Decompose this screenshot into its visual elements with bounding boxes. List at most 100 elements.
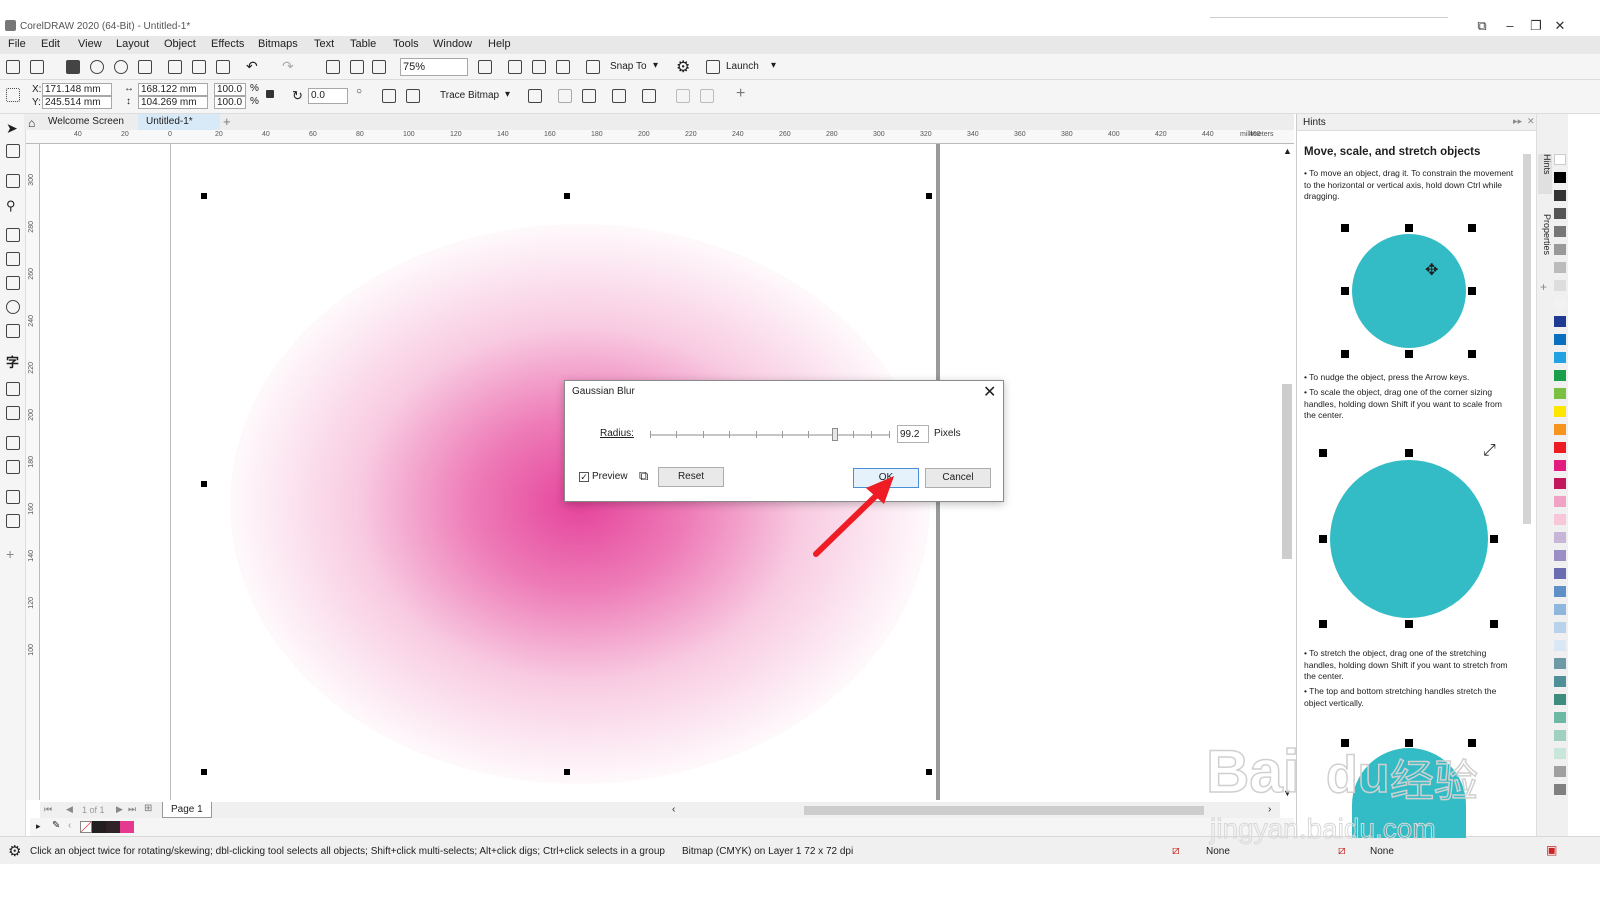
launch-dropdown[interactable]: Launch [726,61,759,72]
redo-icon[interactable]: ↷ [282,58,294,75]
palette-swatch[interactable] [1554,766,1566,777]
palette-swatch[interactable] [1554,676,1566,687]
palette-swatch[interactable] [1554,586,1566,597]
palette-arrow-icon[interactable]: ▸ [36,821,41,832]
status-gear-icon[interactable]: ⚙ [8,842,21,860]
palette-swatch[interactable] [1554,226,1566,237]
launch-icon[interactable] [706,60,720,74]
rulers-icon[interactable] [508,60,522,74]
chevron-down-icon[interactable]: ▾ [653,60,658,71]
cloud-upload-icon[interactable] [90,60,104,74]
palette-swatch[interactable] [1554,730,1566,741]
menu-help[interactable]: Help [488,38,511,50]
pop-out-icon[interactable]: ⧉ [639,468,648,484]
menu-effects[interactable]: Effects [211,38,244,50]
menu-file[interactable]: File [8,38,26,50]
zoom-level-field[interactable]: 75% [400,58,468,76]
black-swatch[interactable] [92,821,106,833]
mirror-horizontal-icon[interactable] [382,89,396,103]
preview-checkbox[interactable]: ✓ [579,472,589,482]
rotation-field[interactable]: 0.0 [308,88,348,104]
pdf-icon[interactable] [372,60,386,74]
palette-swatch[interactable] [1554,262,1566,273]
palette-swatch[interactable] [1554,352,1566,363]
palette-swatch[interactable] [1554,514,1566,525]
polygon-tool-icon[interactable] [6,324,20,338]
page-1-tab[interactable]: Page 1 [162,802,212,818]
drop-shadow-icon[interactable] [6,436,20,450]
scroll-up-icon[interactable]: ▲ [1283,146,1292,156]
palette-swatch[interactable] [1554,784,1566,795]
shape-tool-icon[interactable] [6,144,20,158]
menu-tools[interactable]: Tools [393,38,419,50]
maximize-button[interactable]: ❐ [1526,18,1546,34]
open-icon[interactable] [30,60,44,74]
color-settings-icon[interactable]: ▣ [1546,843,1557,857]
palette-swatch[interactable] [1554,406,1566,417]
guidelines-icon[interactable] [556,60,570,74]
palette-swatch[interactable] [1554,316,1566,327]
grid-icon[interactable] [532,60,546,74]
mirror-vertical-icon[interactable] [406,89,420,103]
rectangle-tool-icon[interactable] [6,276,20,290]
menu-table[interactable]: Table [350,38,376,50]
palette-swatch[interactable] [1554,694,1566,705]
lock-ratio-icon[interactable] [266,90,274,98]
selection-handle[interactable] [201,769,207,775]
palette-swatch[interactable] [1554,532,1566,543]
vertical-scrollbar[interactable]: ▲ ▼ [1280,144,1294,800]
horizontal-scrollbar[interactable]: ‹ › [670,802,1280,818]
selection-handle[interactable] [926,769,932,775]
parallel-dimension-icon[interactable] [6,382,20,396]
new-document-icon[interactable] [6,60,20,74]
horizontal-ruler[interactable]: 40 20 0 20 40 60 80 100 120 140 160 180 200 220 240 260… [26,130,1294,144]
object-origin-icon[interactable] [6,88,20,102]
import-icon[interactable] [326,60,340,74]
menu-view[interactable]: View [78,38,102,50]
paste-icon[interactable] [216,60,230,74]
ellipse-tool-icon[interactable] [6,300,20,314]
selection-handle[interactable] [201,481,207,487]
menu-text[interactable]: Text [314,38,334,50]
dock-tab-hints[interactable]: Hints [1538,154,1552,194]
restore-icon[interactable]: ⧉ [1472,18,1492,34]
zoom-tool-icon[interactable]: ⚲ [6,198,20,213]
chevron-down-icon[interactable]: ▾ [771,60,776,71]
preview-label[interactable]: Preview [592,471,628,482]
dialog-close-icon[interactable]: ✕ [983,382,996,402]
menu-object[interactable]: Object [164,38,196,50]
palette-scroll-icon[interactable]: ‹ [68,820,71,831]
home-icon[interactable]: ⌂ [28,116,35,130]
menu-layout[interactable]: Layout [116,38,149,50]
undo-icon[interactable]: ↶ [246,58,258,75]
snap-to-dropdown[interactable]: Snap To [610,61,647,72]
add-tab-button[interactable]: + [220,114,236,130]
next-page-icon[interactable]: ▶ [116,804,123,815]
palette-swatch[interactable] [1554,460,1566,471]
eyedropper-icon[interactable] [6,490,20,504]
vertical-scroll-thumb[interactable] [1282,384,1292,559]
connector-tool-icon[interactable] [6,406,20,420]
save-icon[interactable] [66,60,80,74]
palette-swatch[interactable] [1554,640,1566,651]
palette-swatch[interactable] [1554,334,1566,345]
gear-icon[interactable]: ⚙ [676,57,690,77]
scale-y-field[interactable]: 100.0 [214,96,246,109]
palette-swatch[interactable] [1554,298,1566,309]
send-back-icon[interactable] [700,89,714,103]
selection-handle[interactable] [564,193,570,199]
full-screen-icon[interactable] [478,60,492,74]
trace-bitmap-button[interactable]: Trace Bitmap [440,90,499,101]
fill-tool-icon[interactable] [6,514,20,528]
copy-icon[interactable] [192,60,206,74]
print-icon[interactable] [138,60,152,74]
previous-page-icon[interactable]: ◀ [66,804,73,815]
minimize-button[interactable]: – [1500,18,1520,34]
scale-x-field[interactable]: 100.0 [214,83,246,96]
selection-handle[interactable] [201,193,207,199]
crop-bitmap-icon[interactable] [528,89,542,103]
palette-swatch[interactable] [1554,244,1566,255]
close-panel-icon[interactable]: ✕ [1527,116,1535,127]
dock-tab-properties[interactable]: Properties [1538,214,1552,274]
palette-swatch[interactable] [1554,208,1566,219]
